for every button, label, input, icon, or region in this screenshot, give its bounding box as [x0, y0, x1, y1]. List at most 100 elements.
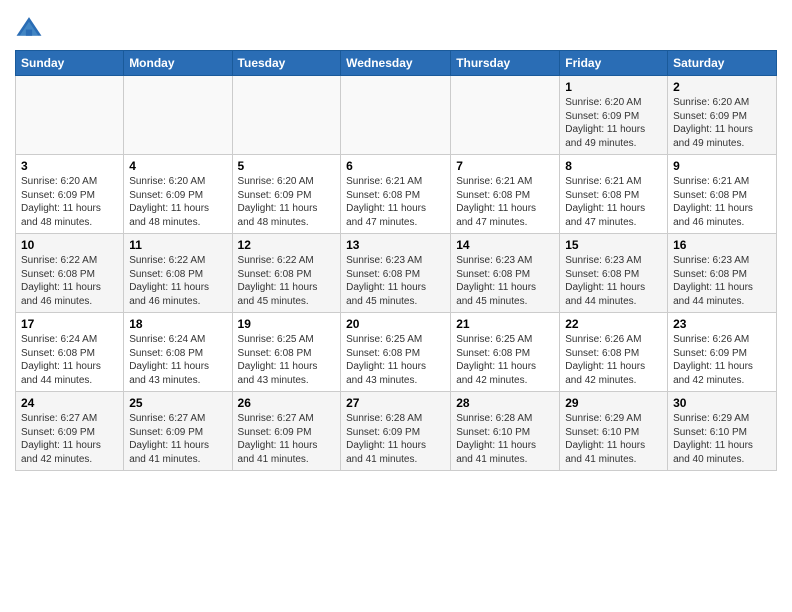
calendar-header: SundayMondayTuesdayWednesdayThursdayFrid…	[16, 51, 777, 76]
day-number: 15	[565, 238, 662, 252]
day-number: 21	[456, 317, 554, 331]
day-number: 25	[129, 396, 226, 410]
day-info: Sunrise: 6:20 AM Sunset: 6:09 PM Dayligh…	[673, 96, 771, 150]
calendar-cell: 25 Sunrise: 6:27 AM Sunset: 6:09 PM Dayli…	[124, 392, 232, 471]
weekday-header-monday: Monday	[124, 51, 232, 76]
weekday-row: SundayMondayTuesdayWednesdayThursdayFrid…	[16, 51, 777, 76]
day-info: Sunrise: 6:25 AM Sunset: 6:08 PM Dayligh…	[346, 333, 445, 387]
calendar-cell: 28 Sunrise: 6:28 AM Sunset: 6:10 PM Dayli…	[451, 392, 560, 471]
calendar-cell	[451, 76, 560, 155]
calendar-cell: 9 Sunrise: 6:21 AM Sunset: 6:08 PM Daylig…	[668, 155, 777, 234]
weekday-header-wednesday: Wednesday	[341, 51, 451, 76]
day-info: Sunrise: 6:26 AM Sunset: 6:08 PM Dayligh…	[565, 333, 662, 387]
weekday-header-friday: Friday	[560, 51, 668, 76]
calendar-cell: 2Sunrise: 6:20 AM Sunset: 6:09 PM Daylig…	[668, 76, 777, 155]
day-number: 16	[673, 238, 771, 252]
day-number: 12	[238, 238, 336, 252]
day-number: 28	[456, 396, 554, 410]
day-number: 22	[565, 317, 662, 331]
calendar-cell: 18 Sunrise: 6:24 AM Sunset: 6:08 PM Dayli…	[124, 313, 232, 392]
calendar: SundayMondayTuesdayWednesdayThursdayFrid…	[15, 50, 777, 471]
day-info: Sunrise: 6:22 AM Sunset: 6:08 PM Dayligh…	[238, 254, 336, 308]
day-number: 20	[346, 317, 445, 331]
day-number: 29	[565, 396, 662, 410]
day-number: 24	[21, 396, 118, 410]
day-info: Sunrise: 6:23 AM Sunset: 6:08 PM Dayligh…	[673, 254, 771, 308]
calendar-cell: 24Sunrise: 6:27 AM Sunset: 6:09 PM Dayli…	[16, 392, 124, 471]
calendar-cell: 3 Sunrise: 6:20 AM Sunset: 6:09 PM Daylig…	[16, 155, 124, 234]
calendar-cell: 16 Sunrise: 6:23 AM Sunset: 6:08 PM Dayli…	[668, 234, 777, 313]
calendar-cell: 7 Sunrise: 6:21 AM Sunset: 6:08 PM Daylig…	[451, 155, 560, 234]
day-number: 7	[456, 159, 554, 173]
day-info: Sunrise: 6:25 AM Sunset: 6:08 PM Dayligh…	[238, 333, 336, 387]
calendar-cell: 27 Sunrise: 6:28 AM Sunset: 6:09 PM Dayli…	[341, 392, 451, 471]
day-info: Sunrise: 6:20 AM Sunset: 6:09 PM Dayligh…	[129, 175, 226, 229]
day-info: Sunrise: 6:21 AM Sunset: 6:08 PM Dayligh…	[673, 175, 771, 229]
day-number: 19	[238, 317, 336, 331]
day-number: 6	[346, 159, 445, 173]
calendar-cell: 10 Sunrise: 6:22 AM Sunset: 6:08 PM Dayli…	[16, 234, 124, 313]
weekday-header-tuesday: Tuesday	[232, 51, 341, 76]
day-number: 11	[129, 238, 226, 252]
day-info: Sunrise: 6:24 AM Sunset: 6:08 PM Dayligh…	[21, 333, 118, 387]
day-info: Sunrise: 6:21 AM Sunset: 6:08 PM Dayligh…	[565, 175, 662, 229]
day-number: 5	[238, 159, 336, 173]
calendar-cell: 1 Sunrise: 6:20 AM Sunset: 6:09 PM Daylig…	[560, 76, 668, 155]
day-info: Sunrise: 6:20 AM Sunset: 6:09 PM Dayligh…	[21, 175, 118, 229]
day-number: 1	[565, 80, 662, 94]
calendar-cell: 19 Sunrise: 6:25 AM Sunset: 6:08 PM Dayli…	[232, 313, 341, 392]
day-info: Sunrise: 6:26 AM Sunset: 6:09 PM Dayligh…	[673, 333, 771, 387]
day-number: 8	[565, 159, 662, 173]
calendar-cell: 17 Sunrise: 6:24 AM Sunset: 6:08 PM Dayli…	[16, 313, 124, 392]
day-info: Sunrise: 6:23 AM Sunset: 6:08 PM Dayligh…	[565, 254, 662, 308]
day-info: Sunrise: 6:25 AM Sunset: 6:08 PM Dayligh…	[456, 333, 554, 387]
calendar-cell: 29 Sunrise: 6:29 AM Sunset: 6:10 PM Dayli…	[560, 392, 668, 471]
page: SundayMondayTuesdayWednesdayThursdayFrid…	[0, 0, 792, 612]
day-number: 27	[346, 396, 445, 410]
calendar-cell: 21 Sunrise: 6:25 AM Sunset: 6:08 PM Dayli…	[451, 313, 560, 392]
day-number: 30	[673, 396, 771, 410]
day-number: 10	[21, 238, 118, 252]
logo-icon	[15, 14, 43, 42]
day-info: Sunrise: 6:28 AM Sunset: 6:09 PM Dayligh…	[346, 412, 445, 466]
calendar-body: 1 Sunrise: 6:20 AM Sunset: 6:09 PM Daylig…	[16, 76, 777, 471]
calendar-cell: 23 Sunrise: 6:26 AM Sunset: 6:09 PM Dayli…	[668, 313, 777, 392]
calendar-cell: 15 Sunrise: 6:23 AM Sunset: 6:08 PM Dayli…	[560, 234, 668, 313]
day-info: Sunrise: 6:20 AM Sunset: 6:09 PM Dayligh…	[565, 96, 662, 150]
day-number: 3	[21, 159, 118, 173]
calendar-cell: 22 Sunrise: 6:26 AM Sunset: 6:08 PM Dayli…	[560, 313, 668, 392]
logo	[15, 14, 47, 42]
calendar-week-4: 17 Sunrise: 6:24 AM Sunset: 6:08 PM Dayli…	[16, 313, 777, 392]
day-info: Sunrise: 6:29 AM Sunset: 6:10 PM Dayligh…	[565, 412, 662, 466]
header	[15, 10, 777, 42]
calendar-cell: 14Sunrise: 6:23 AM Sunset: 6:08 PM Dayli…	[451, 234, 560, 313]
day-info: Sunrise: 6:29 AM Sunset: 6:10 PM Dayligh…	[673, 412, 771, 466]
weekday-header-saturday: Saturday	[668, 51, 777, 76]
day-info: Sunrise: 6:22 AM Sunset: 6:08 PM Dayligh…	[21, 254, 118, 308]
day-number: 17	[21, 317, 118, 331]
calendar-cell	[16, 76, 124, 155]
day-number: 13	[346, 238, 445, 252]
calendar-cell: 11 Sunrise: 6:22 AM Sunset: 6:08 PM Dayli…	[124, 234, 232, 313]
day-info: Sunrise: 6:27 AM Sunset: 6:09 PM Dayligh…	[238, 412, 336, 466]
calendar-week-3: 10 Sunrise: 6:22 AM Sunset: 6:08 PM Dayli…	[16, 234, 777, 313]
day-info: Sunrise: 6:27 AM Sunset: 6:09 PM Dayligh…	[129, 412, 226, 466]
calendar-cell: 4Sunrise: 6:20 AM Sunset: 6:09 PM Daylig…	[124, 155, 232, 234]
day-number: 23	[673, 317, 771, 331]
calendar-cell	[232, 76, 341, 155]
calendar-cell: 5Sunrise: 6:20 AM Sunset: 6:09 PM Daylig…	[232, 155, 341, 234]
day-info: Sunrise: 6:23 AM Sunset: 6:08 PM Dayligh…	[456, 254, 554, 308]
calendar-cell: 13 Sunrise: 6:23 AM Sunset: 6:08 PM Dayli…	[341, 234, 451, 313]
day-info: Sunrise: 6:24 AM Sunset: 6:08 PM Dayligh…	[129, 333, 226, 387]
day-info: Sunrise: 6:22 AM Sunset: 6:08 PM Dayligh…	[129, 254, 226, 308]
weekday-header-thursday: Thursday	[451, 51, 560, 76]
day-number: 18	[129, 317, 226, 331]
calendar-cell: 6Sunrise: 6:21 AM Sunset: 6:08 PM Daylig…	[341, 155, 451, 234]
day-info: Sunrise: 6:28 AM Sunset: 6:10 PM Dayligh…	[456, 412, 554, 466]
day-info: Sunrise: 6:21 AM Sunset: 6:08 PM Dayligh…	[456, 175, 554, 229]
calendar-week-1: 1 Sunrise: 6:20 AM Sunset: 6:09 PM Daylig…	[16, 76, 777, 155]
calendar-cell: 30 Sunrise: 6:29 AM Sunset: 6:10 PM Dayli…	[668, 392, 777, 471]
day-number: 9	[673, 159, 771, 173]
day-info: Sunrise: 6:23 AM Sunset: 6:08 PM Dayligh…	[346, 254, 445, 308]
calendar-week-2: 3 Sunrise: 6:20 AM Sunset: 6:09 PM Daylig…	[16, 155, 777, 234]
